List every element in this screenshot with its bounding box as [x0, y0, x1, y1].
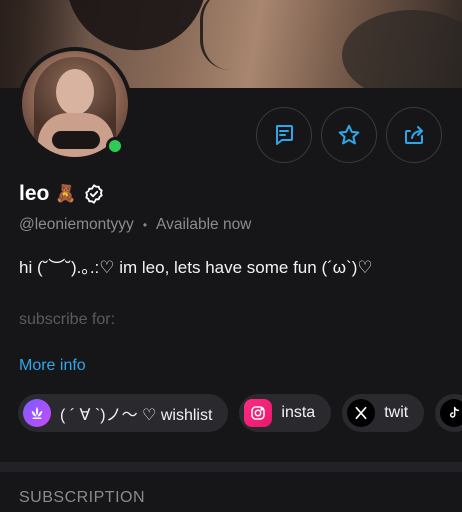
- wishlist-icon: [23, 399, 51, 427]
- message-icon: [276, 125, 293, 145]
- profile-bio-continued: subscribe for:: [19, 311, 116, 328]
- handle-row: @leoniemontyyy • Available now: [19, 216, 251, 234]
- availability-status: Available now: [156, 216, 252, 233]
- verified-icon: [84, 184, 103, 204]
- profile-name: leo: [19, 182, 50, 205]
- more-info-link[interactable]: More info: [19, 357, 86, 375]
- instagram-icon: [244, 399, 273, 427]
- link-chip-wishlist[interactable]: ( ´ ∀ `)ノ～ ♡ wishlist: [18, 394, 229, 432]
- link-chip-insta[interactable]: insta: [239, 394, 332, 432]
- favorite-button[interactable]: [321, 107, 377, 163]
- profile-bio: hi (˘︶˘).｡.:♡ im leo, lets have some fun…: [19, 258, 373, 277]
- x-icon: [347, 399, 376, 427]
- link-label: ( ´ ∀ `)ノ～ ♡ wishlist: [60, 407, 213, 424]
- star-icon: [338, 124, 360, 145]
- tiktok-icon: [440, 399, 462, 427]
- share-button[interactable]: [386, 107, 442, 163]
- link-label: insta: [281, 404, 316, 421]
- social-links: ( ´ ∀ `)ノ～ ♡ wishlist insta twit: [18, 394, 462, 432]
- link-label: twit: [384, 404, 409, 421]
- teddy-bear-emoji: 🧸: [55, 184, 77, 203]
- profile-handle: @leoniemontyyy: [19, 216, 134, 233]
- separator-dot: •: [142, 218, 148, 232]
- subscription-section-title: SUBSCRIPTION: [19, 489, 146, 506]
- section-divider: [0, 462, 462, 472]
- message-button[interactable]: [256, 107, 312, 163]
- profile-name-row: leo 🧸: [19, 182, 105, 206]
- online-status-indicator: [106, 137, 124, 155]
- link-chip-tiktok[interactable]: [435, 394, 462, 432]
- share-icon: [405, 126, 423, 144]
- link-chip-twit[interactable]: twit: [342, 394, 425, 432]
